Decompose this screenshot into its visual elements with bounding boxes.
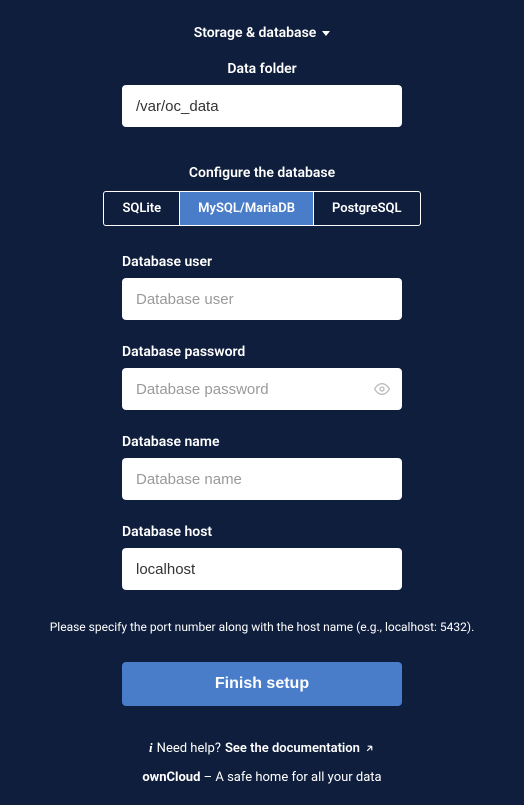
- storage-database-toggle[interactable]: Storage & database: [194, 25, 331, 41]
- db-password-input[interactable]: [122, 368, 402, 410]
- footer: ownCloud – A safe home for all your data: [142, 770, 381, 785]
- configure-db-label: Configure the database: [189, 165, 335, 181]
- db-name-input[interactable]: [122, 458, 402, 500]
- info-icon: i: [149, 740, 153, 756]
- db-password-label: Database password: [122, 344, 402, 360]
- db-user-label: Database user: [122, 254, 402, 270]
- footer-tagline: – A safe home for all your data: [200, 770, 381, 785]
- help-row: i Need help? See the documentation: [149, 740, 375, 756]
- caret-down-icon: [322, 31, 330, 36]
- external-link-icon: [364, 743, 375, 754]
- db-user-input[interactable]: [122, 278, 402, 320]
- help-prefix: Need help?: [157, 741, 221, 756]
- port-hint: Please specify the port number along wit…: [50, 620, 475, 634]
- documentation-link[interactable]: See the documentation: [225, 741, 375, 756]
- db-tab-sqlite[interactable]: SQLite: [104, 192, 180, 225]
- footer-brand: ownCloud: [142, 770, 200, 785]
- db-host-input[interactable]: [122, 548, 402, 590]
- db-tab-mysql[interactable]: MySQL/MariaDB: [180, 192, 314, 225]
- db-name-label: Database name: [122, 434, 402, 450]
- db-tab-postgresql[interactable]: PostgreSQL: [314, 192, 420, 225]
- data-folder-label: Data folder: [20, 61, 504, 77]
- storage-database-label: Storage & database: [194, 25, 317, 41]
- data-folder-input[interactable]: [122, 85, 402, 127]
- finish-setup-button[interactable]: Finish setup: [122, 662, 402, 706]
- db-host-label: Database host: [122, 524, 402, 540]
- db-type-tabs: SQLite MySQL/MariaDB PostgreSQL: [103, 191, 420, 226]
- eye-icon[interactable]: [374, 381, 390, 397]
